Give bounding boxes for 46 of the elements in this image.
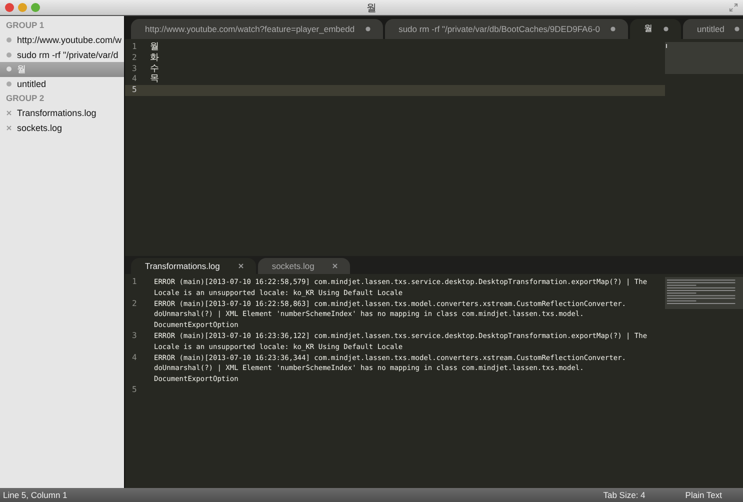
sidebar-item[interactable]: Transformations.log (0, 106, 124, 120)
line-number: 3 (131, 64, 138, 74)
minimap-drawing[interactable] (665, 277, 743, 309)
dot-icon (6, 37, 12, 44)
sidebar-item[interactable]: sockets.log (0, 120, 124, 135)
code-line: 목 (150, 74, 160, 86)
tab[interactable]: untitled (683, 19, 743, 39)
dot-icon[interactable] (610, 26, 616, 32)
zoom-button[interactable] (31, 3, 40, 12)
dot-icon (6, 80, 12, 87)
dot-icon[interactable] (734, 26, 740, 32)
dot-icon[interactable] (663, 26, 669, 32)
cursor-position: Line 5, Column 1 (3, 490, 68, 500)
close-icon[interactable] (332, 263, 338, 269)
line-number: 2 (131, 298, 138, 310)
group-heading: GROUP 2 (5, 92, 46, 105)
code-line: 화 (150, 52, 160, 64)
line-number: 5 (125, 85, 150, 96)
fullscreen-icon[interactable] (729, 3, 738, 12)
line-number: 5 (131, 384, 138, 396)
sidebar-item[interactable]: sudo rm -rf "/private/var/d (0, 48, 124, 62)
tab[interactable]: http://www.youtube.com/watch?feature=player_embedd (131, 19, 383, 39)
close-button[interactable] (5, 3, 14, 12)
syntax-mode[interactable]: Plain Text (685, 490, 722, 500)
tab[interactable]: sockets.log (258, 258, 350, 274)
line-number: 2 (131, 52, 138, 64)
line-number: 3 (131, 330, 138, 342)
tab[interactable]: sudo rm -rf "/private/var/db/BootCaches/9DED9FA6-0 (384, 19, 628, 39)
dot-icon[interactable] (364, 26, 371, 32)
dot-icon (6, 52, 12, 58)
group-heading: GROUP 1 (5, 19, 46, 32)
line-number: 4 (131, 352, 138, 364)
sidebar-item[interactable]: untitled (0, 76, 124, 91)
code-line: 월 (150, 42, 160, 53)
dot-icon (6, 66, 12, 72)
window-title: 월 (366, 2, 378, 14)
tab[interactable]: Transformations.log (131, 258, 256, 274)
sidebar-item[interactable]: http://www.youtube.com/w (0, 33, 124, 48)
minimize-button[interactable] (18, 3, 27, 12)
line-number: 1 (131, 277, 138, 288)
code-line: 수 (150, 64, 160, 74)
tab-size[interactable]: Tab Size: 4 (603, 490, 646, 500)
close-icon[interactable] (238, 263, 244, 269)
line-number: 1 (131, 42, 138, 53)
line-number: 4 (131, 74, 138, 86)
tab[interactable]: 월 (630, 19, 681, 39)
